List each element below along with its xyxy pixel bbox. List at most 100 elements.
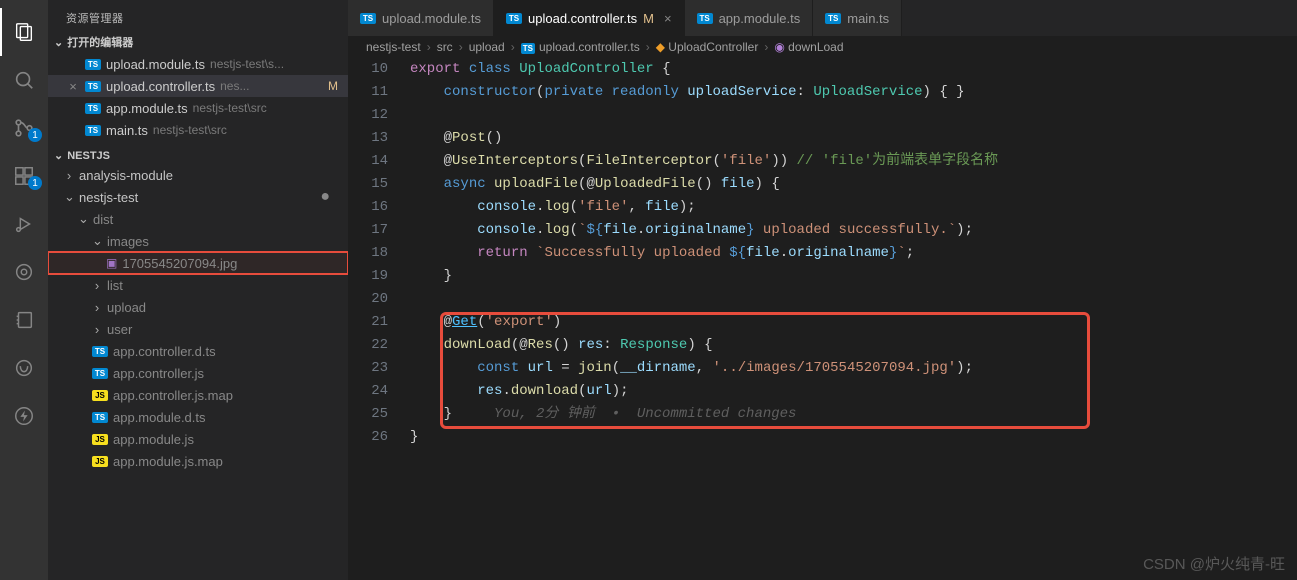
search-icon[interactable] [0,56,48,104]
copilot-icon[interactable] [0,344,48,392]
sidebar-title: 资源管理器 [48,0,348,32]
folder-item[interactable]: ⌄ images [48,230,348,252]
code-line[interactable]: console.log('file', file); [410,196,1297,219]
modified-indicator: M [328,79,338,93]
file-hint: nestjs-test\src [193,101,267,115]
run-debug-icon[interactable] [0,200,48,248]
file-item[interactable]: ▣ 1705545207094.jpg [48,252,348,274]
file-type-icon: TS [825,13,841,24]
js-file-icon: JS [92,434,108,445]
breadcrumb-method[interactable]: ◉ downLoad [774,40,843,54]
code-line[interactable]: export class UploadController { [410,58,1297,81]
folder-item[interactable]: ›upload [48,296,348,318]
code-area[interactable]: 1011121314151617181920212223242526 expor… [348,58,1297,580]
target-icon[interactable] [0,248,48,296]
folder-item[interactable]: ›user [48,318,348,340]
line-number: 24 [348,380,388,403]
code-content[interactable]: export class UploadController { construc… [410,58,1297,580]
modified-dot: ● [320,188,330,206]
code-line[interactable]: console.log(`${file.originalname} upload… [410,219,1297,242]
code-line[interactable]: @Get('export') [410,311,1297,334]
explorer-icon[interactable] [0,8,48,56]
tab-label: upload.module.ts [382,11,481,26]
image-file-icon: ▣ [106,256,117,270]
file-name: app.module.ts [106,101,188,116]
file-item[interactable]: JSapp.module.js.map [48,450,348,472]
open-editor-item[interactable]: × TS upload.controller.ts nes... M [48,75,348,97]
js-file-icon: JS [92,390,108,401]
notebook-icon[interactable] [0,296,48,344]
open-editor-item[interactable]: TS upload.module.ts nestjs-test\s... [48,53,348,75]
code-line[interactable]: const url = join(__dirname, '../images/1… [410,357,1297,380]
tab-label: main.ts [847,11,889,26]
file-type-icon: TS [506,13,522,24]
file-item[interactable]: JSapp.module.js [48,428,348,450]
ts-file-icon: TS [92,368,108,379]
breadcrumb-class[interactable]: ◆ UploadController [656,40,759,54]
code-line[interactable]: constructor(private readonly uploadServi… [410,81,1297,104]
code-line[interactable]: @UseInterceptors(FileInterceptor('file')… [410,150,1297,173]
code-line[interactable]: @Post() [410,127,1297,150]
line-number: 22 [348,334,388,357]
activity-bar: 1 1 [0,0,48,580]
code-line[interactable]: } [410,426,1297,449]
code-line[interactable] [410,104,1297,127]
editor-tab[interactable]: TS app.module.ts [685,0,814,36]
open-editor-item[interactable]: TS main.ts nestjs-test\src [48,119,348,141]
tree-label: images [107,234,149,249]
code-line[interactable] [410,288,1297,311]
breadcrumb-segment[interactable]: upload [469,40,505,54]
modified-indicator: M [643,11,654,26]
file-type-icon: TS [85,59,101,70]
ts-file-icon: TS [92,412,108,423]
editor-tab[interactable]: TS main.ts [813,0,902,36]
line-number: 10 [348,58,388,81]
code-line[interactable]: async uploadFile(@UploadedFile() file) { [410,173,1297,196]
chevron-down-icon: ⌄ [54,149,63,162]
code-line[interactable]: } [410,265,1297,288]
open-editors-header[interactable]: ⌄ 打开的编辑器 [48,32,348,52]
line-number: 21 [348,311,388,334]
workspace-header[interactable]: ⌄ NESTJS [48,147,348,164]
folder-item[interactable]: ⌄dist [48,208,348,230]
breadcrumb-segment[interactable]: src [437,40,453,54]
chevron-right-icon: › [92,300,102,315]
breadcrumb[interactable]: nestjs-test › src › upload › TSupload.co… [348,36,1297,58]
code-line[interactable]: return `Successfully uploaded ${file.ori… [410,242,1297,265]
file-item[interactable]: TS app.module.d.ts [48,406,348,428]
folder-item[interactable]: ›analysis-module [48,164,348,186]
open-editor-item[interactable]: TS app.module.ts nestjs-test\src [48,97,348,119]
source-control-icon[interactable]: 1 [0,104,48,152]
code-line[interactable]: } You, 2分 钟前 • Uncommitted changes [410,403,1297,426]
chevron-down-icon: ⌄ [92,233,102,249]
folder-item[interactable]: ⌄nestjs-test● [48,186,348,208]
tree-label: 1705545207094.jpg [122,256,237,271]
watermark: CSDN @炉火纯青-旺 [1143,553,1285,574]
tree-label: analysis-module [79,168,173,183]
scm-badge: 1 [28,128,42,142]
tree-label: app.module.d.ts [113,410,206,425]
file-tree: ›analysis-module⌄nestjs-test●⌄dist⌄image… [48,164,348,480]
line-number: 11 [348,81,388,104]
breadcrumb-segment[interactable]: nestjs-test [366,40,421,54]
code-line[interactable]: downLoad(@Res() res: Response) { [410,334,1297,357]
breadcrumb-segment[interactable]: TSupload.controller.ts [521,40,640,54]
editor-tab[interactable]: TS upload.controller.ts M × [494,0,685,36]
tab-label: app.module.ts [719,11,801,26]
close-icon[interactable]: × [664,11,672,26]
file-item[interactable]: TSapp.controller.d.ts [48,340,348,362]
code-line[interactable]: res.download(url); [410,380,1297,403]
tree-label: nestjs-test [79,190,138,205]
file-type-icon: TS [85,81,101,92]
line-number: 13 [348,127,388,150]
extensions-icon[interactable]: 1 [0,152,48,200]
file-item[interactable]: TS app.controller.js [48,362,348,384]
file-item[interactable]: JSapp.controller.js.map [48,384,348,406]
line-number: 25 [348,403,388,426]
folder-item[interactable]: ›list [48,274,348,296]
close-icon[interactable]: × [66,79,80,94]
tree-label: app.controller.js [113,366,204,381]
tab-label: upload.controller.ts [528,11,637,26]
editor-tab[interactable]: TS upload.module.ts [348,0,494,36]
bolt-icon[interactable] [0,392,48,440]
